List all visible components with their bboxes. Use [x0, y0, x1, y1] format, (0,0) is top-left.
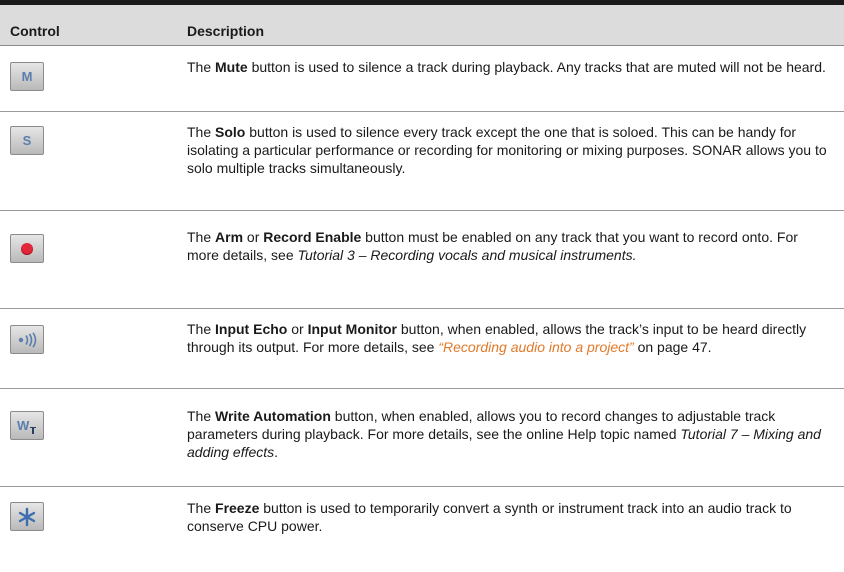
arm-description: The Arm or Record Enable button must be … — [187, 229, 798, 263]
solo-s-icon: S — [22, 133, 32, 148]
mute-button[interactable]: M — [10, 62, 44, 91]
recording-audio-link[interactable]: “Recording audio into a project” — [438, 339, 633, 355]
solo-button[interactable]: S — [10, 126, 44, 155]
table-row-input-echo: The Input Echo or Input Monitor button, … — [0, 308, 844, 389]
table-row-freeze: The Freeze button is used to temporarily… — [0, 486, 844, 570]
write-automation-description: The Write Automation button, when enable… — [187, 408, 821, 460]
freeze-description: The Freeze button is used to temporarily… — [187, 500, 792, 534]
table-row-solo: S The Solo button is used to silence eve… — [0, 111, 844, 211]
solo-description: The Solo button is used to silence every… — [187, 124, 827, 176]
table-row-mute: M The Mute button is used to silence a t… — [0, 46, 844, 112]
input-echo-description: The Input Echo or Input Monitor button, … — [187, 321, 807, 355]
freeze-asterisk-icon — [18, 507, 36, 526]
write-automation-icon: W — [16, 418, 38, 434]
header-control: Control — [10, 23, 60, 39]
mute-description: The Mute button is used to silence a tra… — [187, 59, 826, 75]
table-row-write-automation: W The Write Automation button, when enab… — [0, 388, 844, 487]
record-dot-icon — [21, 242, 33, 255]
mute-m-icon: M — [21, 69, 33, 84]
arm-button[interactable] — [10, 234, 44, 263]
freeze-button[interactable] — [10, 502, 44, 531]
input-echo-icon — [18, 331, 37, 348]
table-row-arm: The Arm or Record Enable button must be … — [0, 210, 844, 309]
write-automation-button[interactable]: W — [10, 411, 44, 440]
header-description: Description — [187, 23, 265, 39]
input-echo-button[interactable] — [10, 325, 44, 354]
table-header: Control Description — [0, 5, 844, 46]
